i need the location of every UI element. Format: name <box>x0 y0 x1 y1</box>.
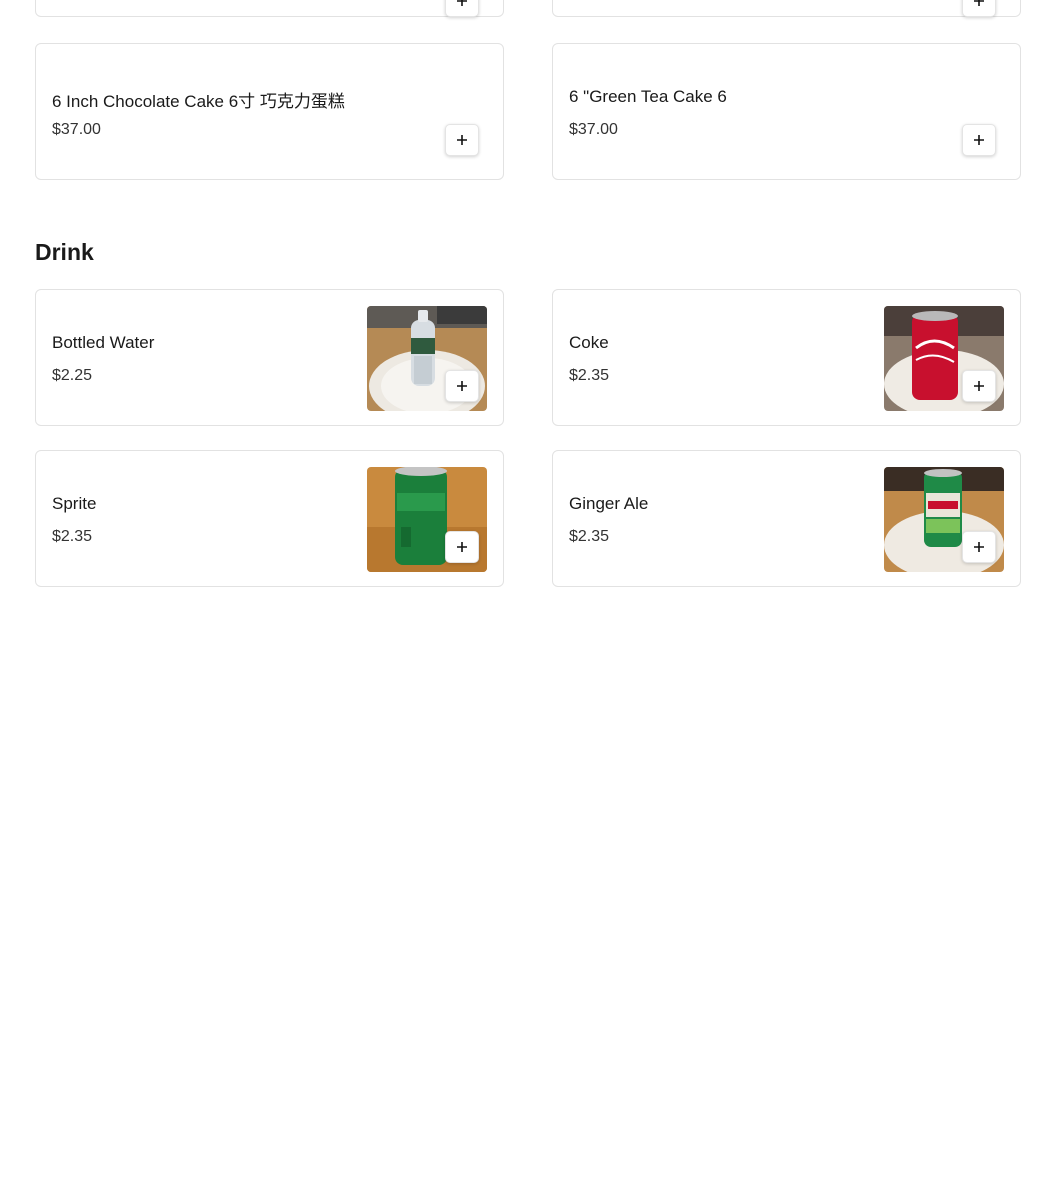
add-to-cart-button[interactable] <box>445 531 479 563</box>
item-name: Coke <box>569 333 609 352</box>
add-to-cart-button[interactable] <box>962 124 996 156</box>
item-price: $2.35 <box>52 528 93 545</box>
menu-item-card[interactable]: Sprite $2.35 <box>35 450 504 587</box>
add-to-cart-button[interactable] <box>445 124 479 156</box>
item-name: Ginger Ale <box>569 494 649 513</box>
add-to-cart-button[interactable] <box>962 370 996 402</box>
item-price: $37.00 <box>569 121 618 138</box>
plus-icon <box>974 381 984 391</box>
add-to-cart-button[interactable] <box>445 0 479 17</box>
plus-icon <box>974 542 984 552</box>
plus-icon <box>457 0 467 6</box>
add-to-cart-button[interactable] <box>962 531 996 563</box>
menu-item-card-partial[interactable] <box>35 0 504 17</box>
add-to-cart-button[interactable] <box>962 0 996 17</box>
item-name: Sprite <box>52 494 97 513</box>
plus-icon <box>457 135 467 145</box>
item-price: $2.25 <box>52 367 93 384</box>
plus-icon <box>974 0 984 6</box>
menu-item-card[interactable]: 6 Inch Chocolate Cake 6寸 巧克力蛋糕 $37.00 <box>35 43 504 180</box>
plus-icon <box>974 135 984 145</box>
item-price: $2.35 <box>569 367 610 384</box>
menu-page: 6 Inch Chocolate Cake 6寸 巧克力蛋糕 $37.00 6 … <box>0 0 1050 1187</box>
menu-item-card[interactable]: Coke $2.35 <box>552 289 1021 426</box>
item-price: $2.35 <box>569 528 610 545</box>
menu-item-card-partial[interactable] <box>552 0 1021 17</box>
menu-item-card[interactable]: Ginger Ale $2.35 <box>552 450 1021 587</box>
item-name: 6 "Green Tea Cake 6 <box>569 87 727 106</box>
item-name: 6 Inch Chocolate Cake 6寸 巧克力蛋糕 <box>52 92 345 111</box>
item-price: $37.00 <box>52 121 101 138</box>
section-title-drink: Drink <box>35 239 94 265</box>
item-name: Bottled Water <box>52 333 155 352</box>
menu-item-card[interactable]: 6 "Green Tea Cake 6 $37.00 <box>552 43 1021 180</box>
add-to-cart-button[interactable] <box>445 370 479 402</box>
menu-item-card[interactable]: Bottled Water $2.25 <box>35 289 504 426</box>
plus-icon <box>457 381 467 391</box>
plus-icon <box>457 542 467 552</box>
